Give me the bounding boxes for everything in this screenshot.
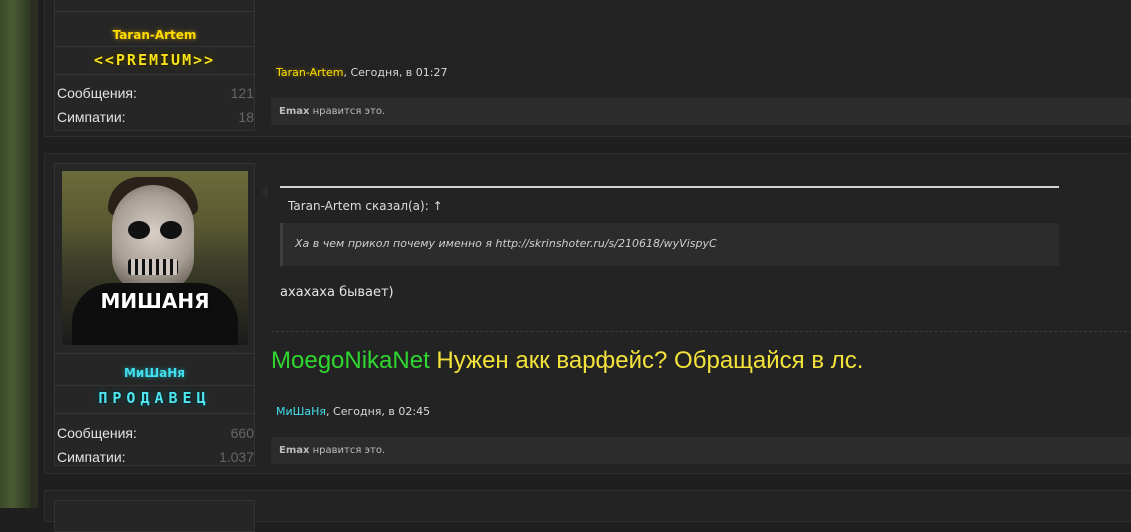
message-text: ахахаха бывает): [280, 285, 394, 300]
quote-text: Ха в чем прикол почему именно я http://s…: [295, 237, 717, 250]
post-date-link[interactable]: , Сегодня, в 01:27: [343, 66, 447, 79]
likes-bar: Emax нравится это.: [271, 437, 1131, 464]
avatar-caption: МИШАНЯ: [100, 289, 210, 313]
quote-bar: [280, 223, 283, 266]
stat-likes: Симпатии: 1.037: [55, 447, 254, 469]
likes-text: нравится это.: [309, 445, 386, 456]
likes-bar: Emax нравится это.: [271, 98, 1131, 125]
stat-value: 1.037: [218, 449, 254, 465]
post-next: [44, 490, 1131, 532]
divider: [55, 46, 254, 47]
user-info-block: МИШАНЯ МиШаНя ПРОДАВЕЦ Сообщения: 660 Си…: [54, 163, 255, 466]
liker-name-link[interactable]: Emax: [279, 445, 309, 456]
post-taran-artem: Taran-Artem <<PREMIUM>> Сообщения: 121 С…: [44, 0, 1131, 137]
stat-value[interactable]: 660: [231, 425, 254, 441]
post-author-link[interactable]: Taran-Artem: [276, 66, 343, 79]
quote-block: Ха в чем прикол почему именно я http://s…: [280, 223, 1059, 266]
username-link[interactable]: МиШаНя: [55, 366, 254, 380]
divider: [55, 385, 254, 386]
stat-likes: Симпатии: 18: [55, 107, 254, 129]
stat-value: 18: [238, 109, 254, 125]
stat-value[interactable]: 121: [231, 85, 254, 101]
post-meta: Taran-Artem, Сегодня, в 01:27: [276, 66, 448, 79]
signature-text: Нужен акк варфейс? Обращайся в лс.: [429, 347, 864, 374]
post-date-link[interactable]: , Сегодня, в 02:45: [326, 405, 430, 418]
avatar-face: [112, 185, 194, 293]
signature-divider: [271, 331, 1131, 332]
background-left-shadow: [30, 0, 38, 508]
post-mishanya: МИШАНЯ МиШаНя ПРОДАВЕЦ Сообщения: 660 Си…: [44, 153, 1131, 474]
user-info-block: Taran-Artem <<PREMIUM>> Сообщения: 121 С…: [54, 0, 255, 131]
quote-top-border: [280, 186, 1059, 188]
quote-attribution-link[interactable]: Taran-Artem сказал(а): ↑: [288, 199, 443, 213]
background-left-strip: [0, 0, 30, 508]
stat-label: Сообщения:: [57, 425, 137, 441]
stat-label: Сообщения:: [57, 85, 137, 101]
stat-messages: Сообщения: 660: [55, 423, 254, 445]
divider: [55, 353, 254, 354]
divider: [55, 74, 254, 75]
message-pointer: [261, 186, 268, 198]
avatar-eye: [160, 221, 182, 239]
stat-label: Симпатии:: [57, 449, 126, 465]
user-rank-badge: ПРОДАВЕЦ: [98, 389, 211, 407]
avatar[interactable]: МИШАНЯ: [62, 171, 248, 345]
liker-name-link[interactable]: Emax: [279, 106, 309, 117]
likes-text: нравится это.: [309, 106, 386, 117]
stat-label: Симпатии:: [57, 109, 126, 125]
avatar-eye: [128, 221, 150, 239]
user-info-block: [54, 500, 255, 532]
avatar-mouth: [128, 259, 178, 275]
post-meta: МиШаНя, Сегодня, в 02:45: [276, 405, 430, 418]
signature: MoegoNikaNet Нужен акк варфейс? Обращайс…: [271, 347, 863, 375]
username-link[interactable]: Taran-Artem: [55, 28, 254, 42]
divider: [55, 11, 254, 12]
post-author-link[interactable]: МиШаНя: [276, 405, 326, 418]
signature-link[interactable]: MoegoNikaNet: [271, 347, 430, 374]
stat-messages: Сообщения: 121: [55, 83, 254, 105]
divider: [55, 413, 254, 414]
user-rank-badge: <<PREMIUM>>: [93, 51, 216, 69]
